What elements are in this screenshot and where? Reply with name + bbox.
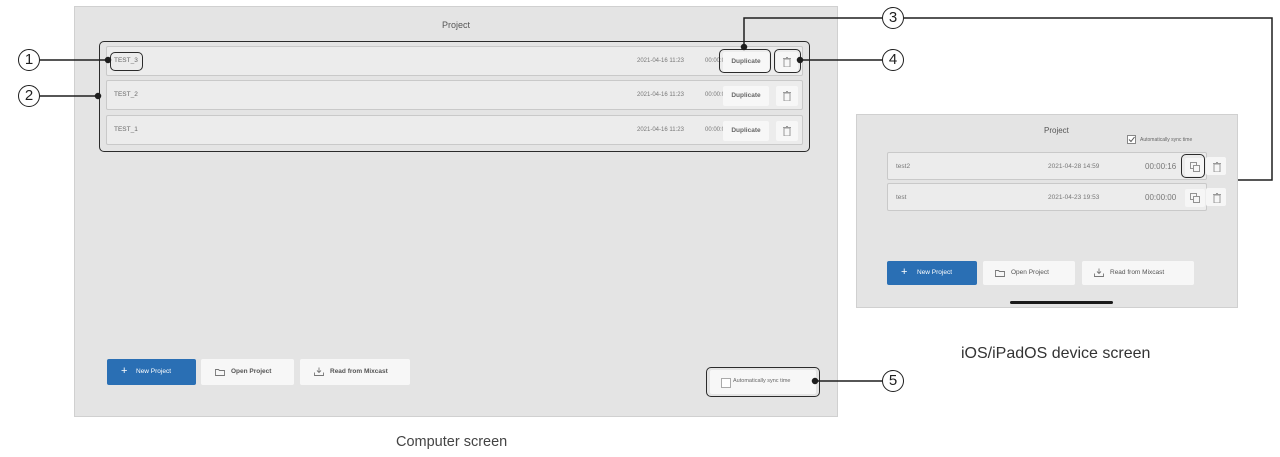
- new-project-label: New Project: [917, 269, 953, 276]
- read-from-mixcast-button[interactable]: Read from Mixcast: [1082, 261, 1194, 285]
- read-from-mixcast-label: Read from Mixcast: [1110, 269, 1165, 276]
- delete-button[interactable]: [1206, 188, 1226, 206]
- project-duration: 00:00:00: [1145, 193, 1177, 202]
- callout-number-4: 4: [882, 49, 904, 71]
- ios-screen-caption: iOS/iPadOS device screen: [961, 345, 1151, 362]
- plus-icon: +: [901, 266, 908, 278]
- project-name: test2: [896, 163, 911, 170]
- ios-screen-panel: Project Automatically sync time test2 20…: [856, 114, 1238, 308]
- duplicate-callout-box: [1181, 154, 1205, 178]
- callout-number-5: 5: [882, 370, 904, 392]
- trash-icon: [1213, 193, 1221, 203]
- computer-screen-caption: Computer screen: [396, 434, 508, 450]
- callout-number-3: 3: [882, 7, 904, 29]
- folder-icon: [995, 270, 1005, 277]
- open-project-label: Open Project: [1011, 269, 1049, 276]
- auto-sync-time-checkbox[interactable]: Automatically sync time: [1127, 135, 1193, 144]
- download-tray-icon: [1094, 268, 1104, 277]
- callout-number-1: 1: [18, 49, 40, 71]
- delete-button[interactable]: [1206, 157, 1226, 175]
- auto-sync-label: Automatically sync time: [1140, 137, 1193, 143]
- project-date: 2021-04-28 14:59: [1048, 163, 1100, 170]
- project-row-1[interactable]: test2 2021-04-28 14:59 00:00:16: [887, 152, 1207, 180]
- open-project-button[interactable]: Open Project: [983, 261, 1075, 285]
- project-date: 2021-04-23 19:53: [1048, 194, 1100, 201]
- new-project-button[interactable]: + New Project: [887, 261, 977, 285]
- project-name: test: [896, 194, 907, 201]
- project-row-2[interactable]: test 2021-04-23 19:53 00:00:00: [887, 183, 1207, 211]
- checkbox-icon[interactable]: [1127, 135, 1136, 144]
- callout-number-2: 2: [18, 85, 40, 107]
- project-duration: 00:00:16: [1145, 162, 1177, 171]
- duplicate-icon: [1190, 193, 1200, 203]
- page-title: Project: [1044, 126, 1069, 135]
- trash-icon: [1213, 162, 1221, 172]
- duplicate-button[interactable]: [1185, 189, 1205, 207]
- home-indicator: [1010, 301, 1113, 304]
